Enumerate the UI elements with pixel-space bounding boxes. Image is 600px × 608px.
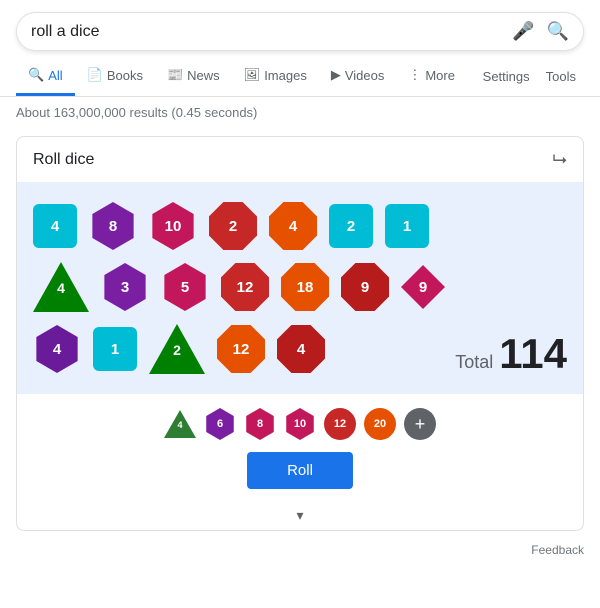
die-2-4[interactable]: 12 [221,263,269,311]
die-selector-add[interactable]: + [404,408,436,440]
dice-row-3: 4 1 2 12 4 [33,324,325,374]
die-selector-d4[interactable]: 4 [164,410,196,438]
die-3-3[interactable]: 2 [149,324,205,374]
dice-card: Roll dice ⮡ 4 8 10 2 4 2 1 [16,136,584,531]
feedback-link[interactable]: Feedback [0,539,600,565]
die-2-1[interactable]: 4 [33,262,89,312]
total-label: Total [455,352,493,373]
die-selector-d20[interactable]: 20 [364,408,396,440]
card-header: Roll dice ⮡ [17,137,583,182]
die-1-5[interactable]: 4 [269,202,317,250]
total-container: Total 114 [455,330,567,378]
dice-controls: 4 6 8 10 12 20 + [17,394,583,448]
die-1-6[interactable]: 2 [329,204,373,248]
videos-icon: ▶ [331,67,341,83]
die-1-7[interactable]: 1 [385,204,429,248]
news-icon: 📰 [167,67,183,83]
die-3-2[interactable]: 1 [93,327,137,371]
die-2-2[interactable]: 3 [101,263,149,311]
die-selector-d12[interactable]: 12 [324,408,356,440]
tab-books[interactable]: 📄 Books [75,57,155,96]
search-icons: 🎤 🔍 [512,21,569,42]
dice-area: 4 8 10 2 4 2 1 4 [17,182,583,394]
nav-tabs: 🔍 All 📄 Books 📰 News 🖼 Images ▶ Videos ⋮… [0,57,600,97]
tab-more[interactable]: ⋮ More [396,57,467,96]
die-1-3[interactable]: 10 [149,202,197,250]
die-selector-d6[interactable]: 6 [204,408,236,440]
tab-images-label: Images [264,68,307,83]
tab-all-label: All [48,68,62,83]
tab-news[interactable]: 📰 News [155,57,232,96]
tab-books-label: Books [107,68,143,83]
tab-images[interactable]: 🖼 Images [232,57,319,96]
die-3-5[interactable]: 4 [277,325,325,373]
share-icon[interactable]: ⮡ [553,149,567,170]
tab-all[interactable]: 🔍 All [16,57,75,96]
search-icon[interactable]: 🔍 [547,21,569,42]
search-bar: 🎤 🔍 [16,12,584,51]
expand-arrow[interactable]: ▾ [17,501,583,530]
more-icon: ⋮ [408,67,421,83]
tools-link[interactable]: Tools [538,59,584,94]
die-selector-d8[interactable]: 8 [244,408,276,440]
total-value: 114 [499,330,567,378]
search-input[interactable] [31,23,512,41]
all-icon: 🔍 [28,67,44,83]
images-icon: 🖼 [244,67,261,83]
die-2-7[interactable]: 9 [401,265,445,309]
tab-videos-label: Videos [345,68,385,83]
roll-button[interactable]: Roll [247,452,353,489]
tab-videos[interactable]: ▶ Videos [319,57,397,96]
die-selector-d10[interactable]: 10 [284,408,316,440]
tab-news-label: News [187,68,220,83]
tab-more-label: More [425,68,455,83]
card-title: Roll dice [33,151,94,169]
dice-row-1: 4 8 10 2 4 2 1 [33,202,429,250]
die-1-4[interactable]: 2 [209,202,257,250]
dice-row-2: 4 3 5 12 18 9 9 [33,262,445,312]
settings-link[interactable]: Settings [475,59,538,94]
die-1-1[interactable]: 4 [33,204,77,248]
die-1-2[interactable]: 8 [89,202,137,250]
die-3-4[interactable]: 12 [217,325,265,373]
results-info: About 163,000,000 results (0.45 seconds) [0,97,600,128]
die-2-5[interactable]: 18 [281,263,329,311]
die-2-3[interactable]: 5 [161,263,209,311]
die-2-6[interactable]: 9 [341,263,389,311]
books-icon: 📄 [87,67,103,83]
microphone-icon[interactable]: 🎤 [512,21,534,42]
die-3-1[interactable]: 4 [33,325,81,373]
